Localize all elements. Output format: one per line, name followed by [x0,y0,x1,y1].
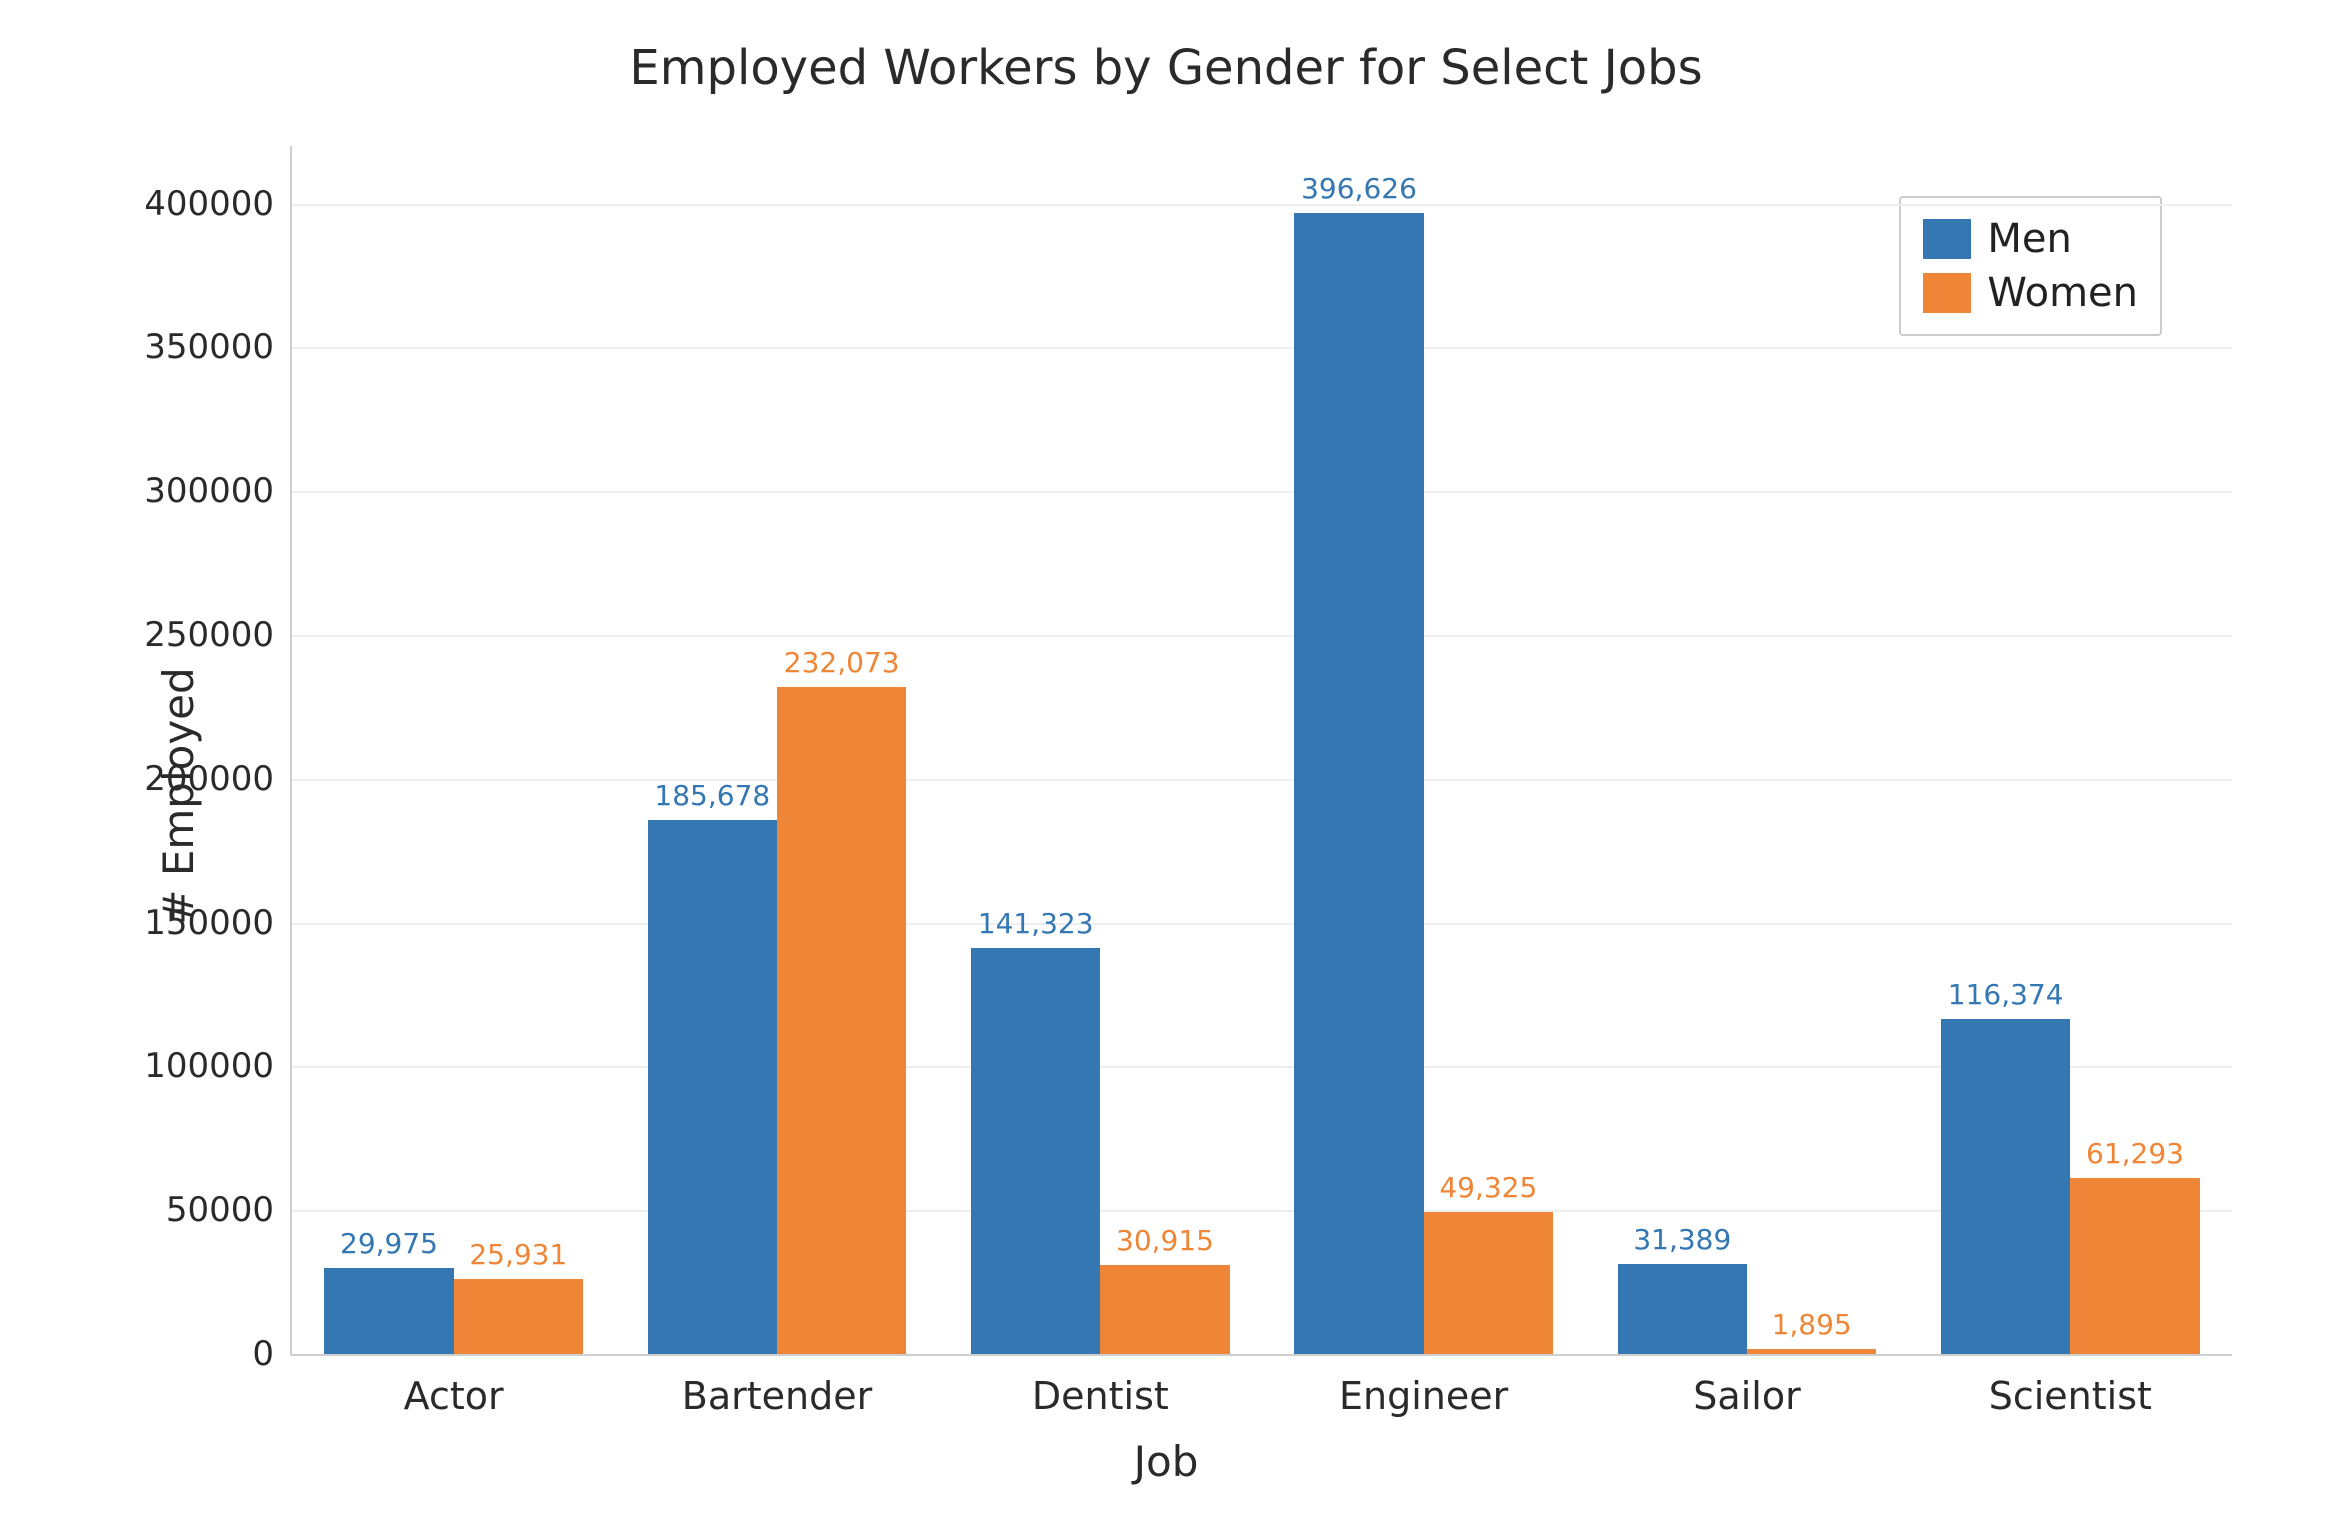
legend-item: Men [1923,212,2138,266]
y-tick-label: 100000 [144,1046,292,1086]
x-tick-label: Actor [404,1374,504,1418]
x-tick-label: Engineer [1339,1374,1508,1418]
gridline [292,347,2232,349]
bar-value-label: 116,374 [1948,978,2064,1011]
bar-value-label: 141,323 [978,907,1094,940]
bar-women [2070,1178,2199,1354]
gridline [292,779,2232,781]
legend-label: Men [1987,216,2071,262]
x-axis-categories: ActorBartenderDentistEngineerSailorScien… [292,1364,2232,1414]
bar-men [1294,213,1423,1354]
bar-men [324,1268,453,1354]
y-tick-label: 250000 [144,615,292,655]
x-tick-label: Sailor [1693,1374,1800,1418]
bar-men [1941,1019,2070,1354]
bar-value-label: 1,895 [1772,1308,1852,1341]
y-tick-label: 0 [252,1334,292,1374]
bar-value-label: 61,293 [2086,1137,2184,1170]
gridline [292,923,2232,925]
chart-title: Employed Workers by Gender for Select Jo… [40,40,2292,96]
bar-value-label: 25,931 [469,1238,567,1271]
x-tick-label: Dentist [1032,1374,1169,1418]
bar-women [777,687,906,1354]
bar-men [648,820,777,1354]
x-axis-label: Job [1134,1437,1199,1486]
bar-value-label: 232,073 [784,646,900,679]
legend-swatch [1923,273,1971,313]
y-tick-label: 150000 [144,903,292,943]
legend-item: Women [1923,266,2138,320]
gridline [292,635,2232,637]
bar-women [1424,1212,1553,1354]
plot-area: MenWomen ActorBartenderDentistEngineerSa… [290,146,2232,1356]
y-tick-label: 200000 [144,759,292,799]
bar-value-label: 30,915 [1116,1224,1214,1257]
bar-men [971,948,1100,1354]
bar-value-label: 31,389 [1633,1223,1731,1256]
bar-women [1747,1349,1876,1354]
gridline [292,491,2232,493]
plot-outer: # Employed MenWomen ActorBartenderDentis… [40,106,2292,1486]
x-tick-label: Bartender [682,1374,872,1418]
bar-women [1100,1265,1229,1354]
bar-value-label: 29,975 [340,1227,438,1260]
bar-value-label: 185,678 [654,779,770,812]
legend-swatch [1923,219,1971,259]
y-tick-label: 300000 [144,471,292,511]
gridline [292,204,2232,206]
x-tick-label: Scientist [1989,1374,2152,1418]
bar-men [1618,1264,1747,1354]
bar-value-label: 49,325 [1439,1171,1537,1204]
bar-women [454,1279,583,1354]
y-tick-label: 400000 [144,184,292,224]
y-tick-label: 350000 [144,327,292,367]
bar-value-label: 396,626 [1301,172,1417,205]
chart-container: Employed Workers by Gender for Select Jo… [0,0,2332,1531]
y-tick-label: 50000 [166,1190,292,1230]
legend-label: Women [1987,270,2138,316]
legend: Men Women [1899,196,2162,336]
